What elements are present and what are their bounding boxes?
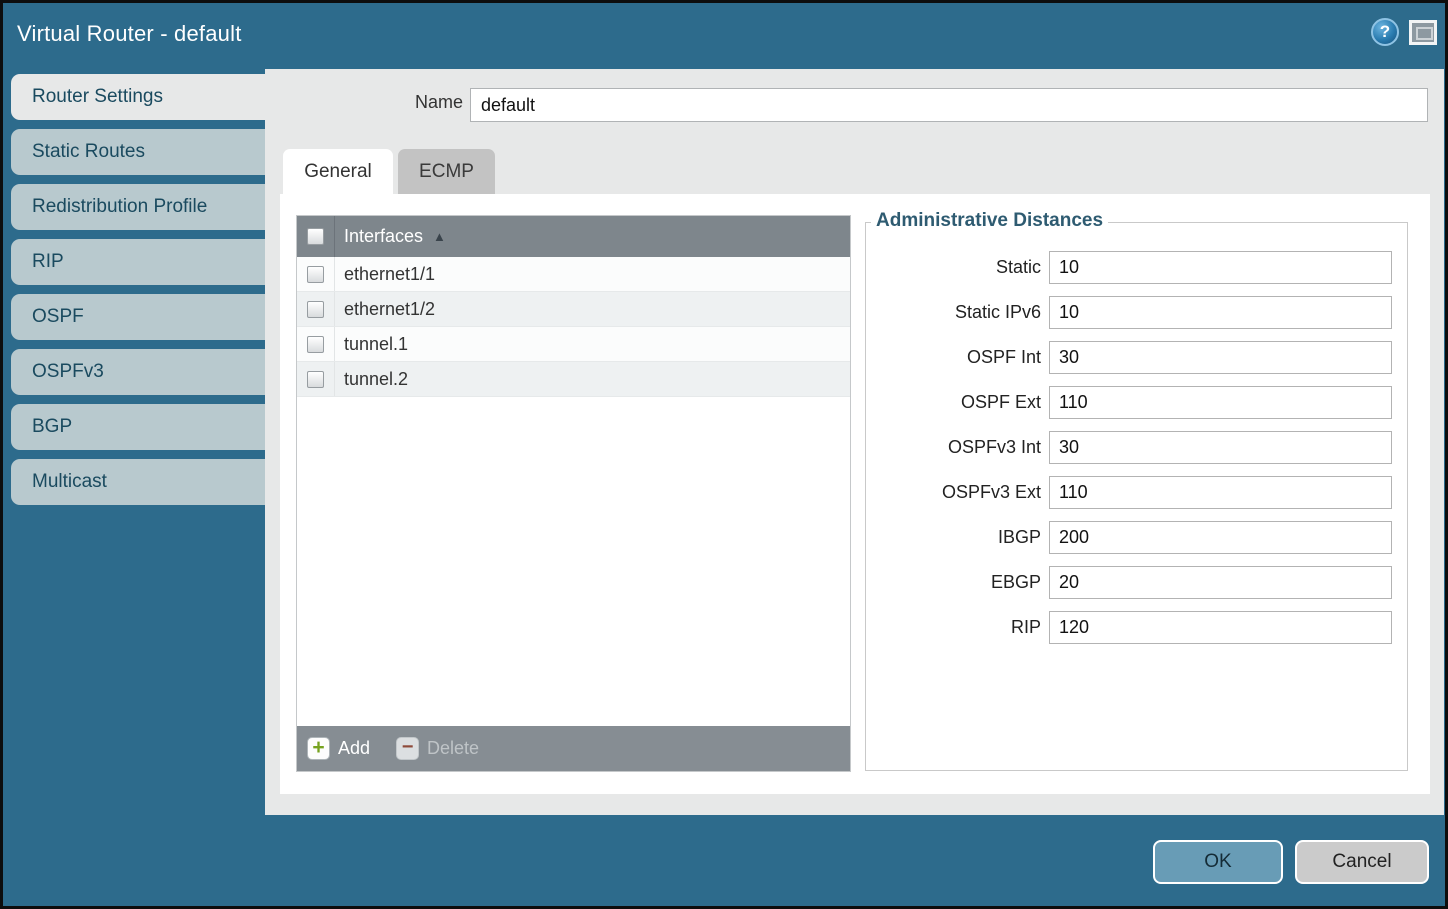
- interface-name: tunnel.2: [335, 369, 408, 390]
- rip-input[interactable]: [1049, 611, 1392, 644]
- interfaces-table-toolbar: + Add − Delete: [297, 726, 850, 771]
- select-all-checkbox[interactable]: [307, 228, 324, 245]
- admin-distance-row: OSPFv3 Int: [866, 430, 1407, 464]
- admin-distance-row: Static: [866, 250, 1407, 284]
- field-label: Static: [866, 257, 1049, 278]
- restore-window-icon[interactable]: [1409, 20, 1437, 45]
- field-label: OSPFv3 Int: [866, 437, 1049, 458]
- admin-distance-row: RIP: [866, 610, 1407, 644]
- static-input[interactable]: [1049, 251, 1392, 284]
- field-label: RIP: [866, 617, 1049, 638]
- row-checkbox[interactable]: [307, 301, 324, 318]
- row-checkbox-cell: [297, 327, 335, 361]
- field-label: Static IPv6: [866, 302, 1049, 323]
- field-label: OSPF Ext: [866, 392, 1049, 413]
- admin-distance-row: EBGP: [866, 565, 1407, 599]
- tab-general[interactable]: General: [283, 149, 393, 195]
- name-label: Name: [325, 92, 463, 113]
- interface-name: tunnel.1: [335, 334, 408, 355]
- admin-distance-row: IBGP: [866, 520, 1407, 554]
- sidebar-item-redistribution-profile[interactable]: Redistribution Profile: [11, 184, 265, 230]
- field-label: EBGP: [866, 572, 1049, 593]
- general-tab-panel: Interfaces ▲ ethernet1/1 ethernet1/2 tun…: [280, 194, 1430, 794]
- interfaces-table-header: Interfaces ▲: [297, 216, 850, 257]
- sidebar-item-static-routes[interactable]: Static Routes: [11, 129, 265, 175]
- ospfv3-int-input[interactable]: [1049, 431, 1392, 464]
- delete-button[interactable]: − Delete: [396, 737, 479, 760]
- administrative-distances-fields: Static Static IPv6 OSPF Int OSPF Ext OSP…: [866, 250, 1407, 644]
- table-row[interactable]: ethernet1/2: [297, 292, 850, 327]
- header-checkbox-cell: [297, 216, 335, 257]
- tab-ecmp[interactable]: ECMP: [398, 149, 495, 194]
- sidebar-item-rip[interactable]: RIP: [11, 239, 265, 285]
- sidebar-item-bgp[interactable]: BGP: [11, 404, 265, 450]
- sidebar: Router Settings Static Routes Redistributi…: [11, 74, 265, 514]
- table-row[interactable]: ethernet1/1: [297, 257, 850, 292]
- table-row[interactable]: tunnel.2: [297, 362, 850, 397]
- ospf-ext-input[interactable]: [1049, 386, 1392, 419]
- sidebar-item-multicast[interactable]: Multicast: [11, 459, 265, 505]
- interface-name: ethernet1/1: [335, 264, 435, 285]
- row-checkbox-cell: [297, 292, 335, 326]
- admin-distance-row: OSPF Int: [866, 340, 1407, 374]
- sort-ascending-icon[interactable]: ▲: [433, 229, 446, 244]
- admin-distance-row: OSPFv3 Ext: [866, 475, 1407, 509]
- title-bar: Virtual Router - default ?: [3, 3, 1445, 66]
- table-row[interactable]: tunnel.1: [297, 327, 850, 362]
- row-checkbox-cell: [297, 257, 335, 291]
- field-label: OSPF Int: [866, 347, 1049, 368]
- row-checkbox[interactable]: [307, 336, 324, 353]
- minus-icon: −: [396, 737, 419, 760]
- dialog-body: Name General ECMP Interfaces ▲ ethernet1…: [265, 69, 1444, 815]
- administrative-distances-legend: Administrative Distances: [871, 210, 1108, 232]
- ospfv3-ext-input[interactable]: [1049, 476, 1392, 509]
- row-checkbox[interactable]: [307, 266, 324, 283]
- add-button[interactable]: + Add: [307, 737, 370, 760]
- administrative-distances-group: Administrative Distances Static Static I…: [865, 222, 1408, 771]
- row-checkbox[interactable]: [307, 371, 324, 388]
- table-empty-area: [297, 397, 850, 726]
- ebgp-input[interactable]: [1049, 566, 1392, 599]
- row-checkbox-cell: [297, 362, 335, 396]
- dialog-title: Virtual Router - default: [17, 21, 242, 47]
- interface-name: ethernet1/2: [335, 299, 435, 320]
- field-label: OSPFv3 Ext: [866, 482, 1049, 503]
- ok-button[interactable]: OK: [1153, 840, 1283, 884]
- field-label: IBGP: [866, 527, 1049, 548]
- sidebar-item-router-settings[interactable]: Router Settings: [11, 74, 265, 120]
- ibgp-input[interactable]: [1049, 521, 1392, 554]
- static-ipv6-input[interactable]: [1049, 296, 1392, 329]
- ospf-int-input[interactable]: [1049, 341, 1392, 374]
- interfaces-rows: ethernet1/1 ethernet1/2 tunnel.1 tunnel.…: [297, 257, 850, 397]
- virtual-router-dialog: Virtual Router - default ? Name General …: [0, 0, 1448, 909]
- admin-distance-row: OSPF Ext: [866, 385, 1407, 419]
- admin-distance-row: Static IPv6: [866, 295, 1407, 329]
- sidebar-item-ospf[interactable]: OSPF: [11, 294, 265, 340]
- plus-icon: +: [307, 737, 330, 760]
- delete-button-label: Delete: [427, 738, 479, 759]
- cancel-button[interactable]: Cancel: [1295, 840, 1429, 884]
- interfaces-table: Interfaces ▲ ethernet1/1 ethernet1/2 tun…: [296, 215, 851, 772]
- interfaces-column-header[interactable]: Interfaces: [335, 226, 423, 247]
- help-icon[interactable]: ?: [1371, 18, 1399, 46]
- add-button-label: Add: [338, 738, 370, 759]
- name-input[interactable]: [470, 88, 1428, 122]
- sidebar-item-ospfv3[interactable]: OSPFv3: [11, 349, 265, 395]
